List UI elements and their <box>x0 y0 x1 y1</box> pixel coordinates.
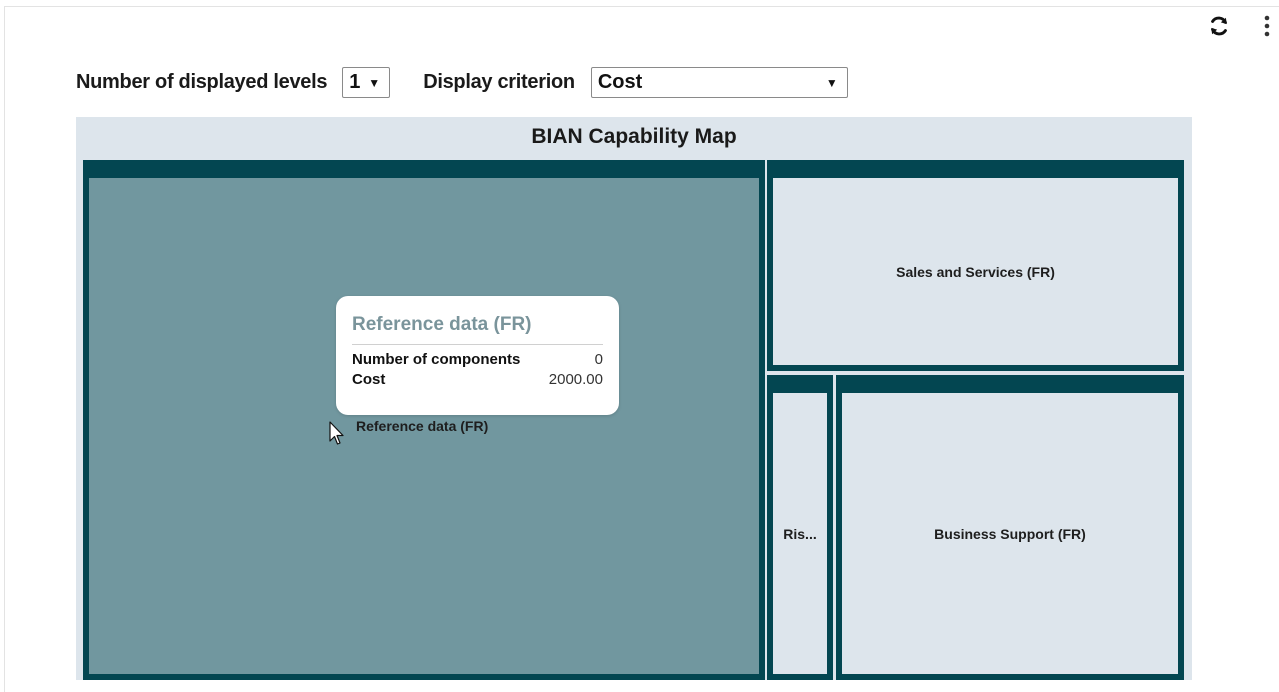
treemap-label-risk[interactable]: Ris... <box>773 393 827 674</box>
refresh-icon[interactable] <box>1207 12 1231 40</box>
treemap-label-sales-services[interactable]: Sales and Services (FR) <box>773 178 1178 365</box>
map-controls: Number of displayed levels 1 ▼ Display c… <box>76 66 848 99</box>
criterion-value: Cost <box>597 71 643 93</box>
criterion-label: Display criterion <box>423 71 575 93</box>
tooltip-row-cost: Cost 2000.00 <box>352 371 603 388</box>
chevron-down-icon: ▼ <box>368 76 381 90</box>
tooltip-key: Cost <box>352 371 386 388</box>
tooltip-title: Reference data (FR) <box>352 314 603 345</box>
treemap-label-business-support[interactable]: Business Support (FR) <box>842 393 1178 674</box>
levels-value: 1 <box>349 71 361 93</box>
tooltip-key: Number of components <box>352 351 521 368</box>
more-vertical-icon[interactable] <box>1255 12 1279 40</box>
tooltip-value: 2000.00 <box>548 371 603 388</box>
chart-title: BIAN Capability Map <box>531 125 737 148</box>
criterion-select[interactable]: Cost ▼ <box>590 67 848 98</box>
treemap-cell-risk[interactable]: Ris... <box>767 375 833 680</box>
levels-select[interactable]: 1 ▼ <box>342 67 391 98</box>
mouse-pointer-icon <box>329 421 345 447</box>
treemap-cell-business-support[interactable]: Business Support (FR) <box>836 375 1184 680</box>
levels-label: Number of displayed levels <box>76 71 328 93</box>
treemap-cell-sales-services[interactable]: Sales and Services (FR) <box>767 160 1184 371</box>
tooltip: Reference data (FR) Number of components… <box>336 296 619 415</box>
treemap-label-reference-data: Reference data (FR) <box>356 418 489 434</box>
tooltip-value: 0 <box>594 351 603 368</box>
chevron-down-icon: ▼ <box>825 76 838 90</box>
tooltip-row-components: Number of components 0 <box>352 351 603 368</box>
